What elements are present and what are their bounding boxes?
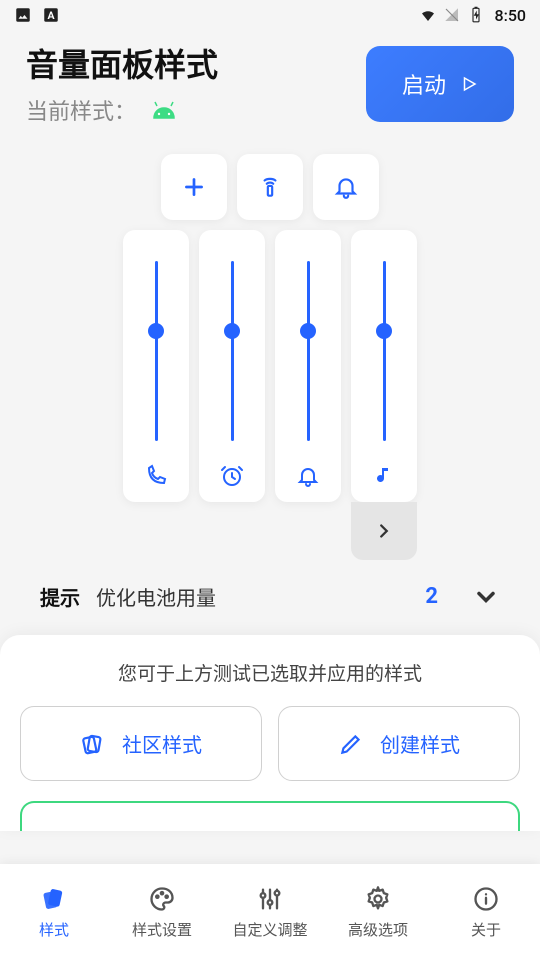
tune-icon <box>256 885 284 913</box>
slider-music[interactable] <box>351 230 417 502</box>
info-icon <box>472 885 500 913</box>
svg-text:A: A <box>47 9 55 22</box>
slider-group <box>123 230 417 502</box>
nav-advanced[interactable]: 高级选项 <box>324 864 432 960</box>
slider-phone[interactable] <box>123 230 189 502</box>
chevron-right-icon <box>373 520 395 542</box>
picture-icon <box>14 6 32 24</box>
plus-icon <box>181 174 207 200</box>
pencil-icon <box>338 731 364 757</box>
nav-style-settings[interactable]: 样式设置 <box>108 864 216 960</box>
hint-count: 2 <box>425 584 438 609</box>
chevron-down-icon <box>472 583 500 611</box>
card-hint: 您可于上方测试已选取并应用的样式 <box>20 659 520 686</box>
play-icon <box>460 75 478 93</box>
hint-label: 提示 <box>40 582 80 611</box>
bell-outline-icon <box>296 464 320 492</box>
header-left: 音量面板样式 当前样式： <box>26 40 366 126</box>
palette-icon <box>148 885 176 913</box>
extra-box <box>20 801 520 831</box>
nav-style-settings-label: 样式设置 <box>132 919 192 940</box>
alarm-icon <box>220 464 244 492</box>
signal-icon <box>443 6 461 24</box>
nav-custom[interactable]: 自定义调整 <box>216 864 324 960</box>
font-icon: A <box>42 6 60 24</box>
page-title: 音量面板样式 <box>26 40 366 86</box>
launch-label: 启动 <box>402 68 446 100</box>
status-right: 8:50 <box>419 6 527 25</box>
slider-track-wrap <box>275 244 341 458</box>
phone-icon <box>144 464 168 492</box>
remote-icon <box>257 174 283 200</box>
subtitle-row: 当前样式： <box>26 94 366 126</box>
nav-style[interactable]: 样式 <box>0 864 108 960</box>
create-label: 创建样式 <box>380 729 460 758</box>
nav-custom-label: 自定义调整 <box>232 919 307 940</box>
android-icon <box>148 100 180 120</box>
hint-text: 优化电池用量 <box>96 582 409 611</box>
wifi-icon <box>419 6 437 24</box>
status-left: A <box>14 6 60 24</box>
nav-about-label: 关于 <box>471 919 501 940</box>
nav-style-label: 样式 <box>39 919 69 940</box>
remote-button[interactable] <box>237 154 303 220</box>
status-time: 8:50 <box>495 6 527 25</box>
battery-icon <box>467 6 485 24</box>
panel-controls <box>0 154 540 220</box>
current-style-label: 当前样式： <box>26 94 136 126</box>
slider-track-wrap <box>123 244 189 458</box>
expand-button[interactable] <box>351 502 417 560</box>
add-button[interactable] <box>161 154 227 220</box>
community-label: 社区样式 <box>122 729 202 758</box>
style-card: 您可于上方测试已选取并应用的样式 社区样式 创建样式 <box>0 635 540 831</box>
slider-alarm[interactable] <box>199 230 265 502</box>
slider-track-wrap <box>351 244 417 458</box>
header: 音量面板样式 当前样式： 启动 <box>0 30 540 134</box>
launch-button[interactable]: 启动 <box>366 46 514 122</box>
style-buttons: 社区样式 创建样式 <box>20 706 520 781</box>
bell-icon <box>333 174 359 200</box>
slider-track-wrap <box>199 244 265 458</box>
cards-icon <box>80 731 106 757</box>
nav-advanced-label: 高级选项 <box>348 919 408 940</box>
style-nav-icon <box>40 885 68 913</box>
bottom-nav: 样式 样式设置 自定义调整 高级选项 关于 <box>0 864 540 960</box>
create-style-button[interactable]: 创建样式 <box>278 706 520 781</box>
status-bar: A 8:50 <box>0 0 540 30</box>
nav-about[interactable]: 关于 <box>432 864 540 960</box>
music-icon <box>372 464 396 492</box>
hint-row[interactable]: 提示 优化电池用量 2 <box>0 582 540 611</box>
notify-button[interactable] <box>313 154 379 220</box>
slider-notification[interactable] <box>275 230 341 502</box>
community-style-button[interactable]: 社区样式 <box>20 706 262 781</box>
gear-icon <box>364 885 392 913</box>
